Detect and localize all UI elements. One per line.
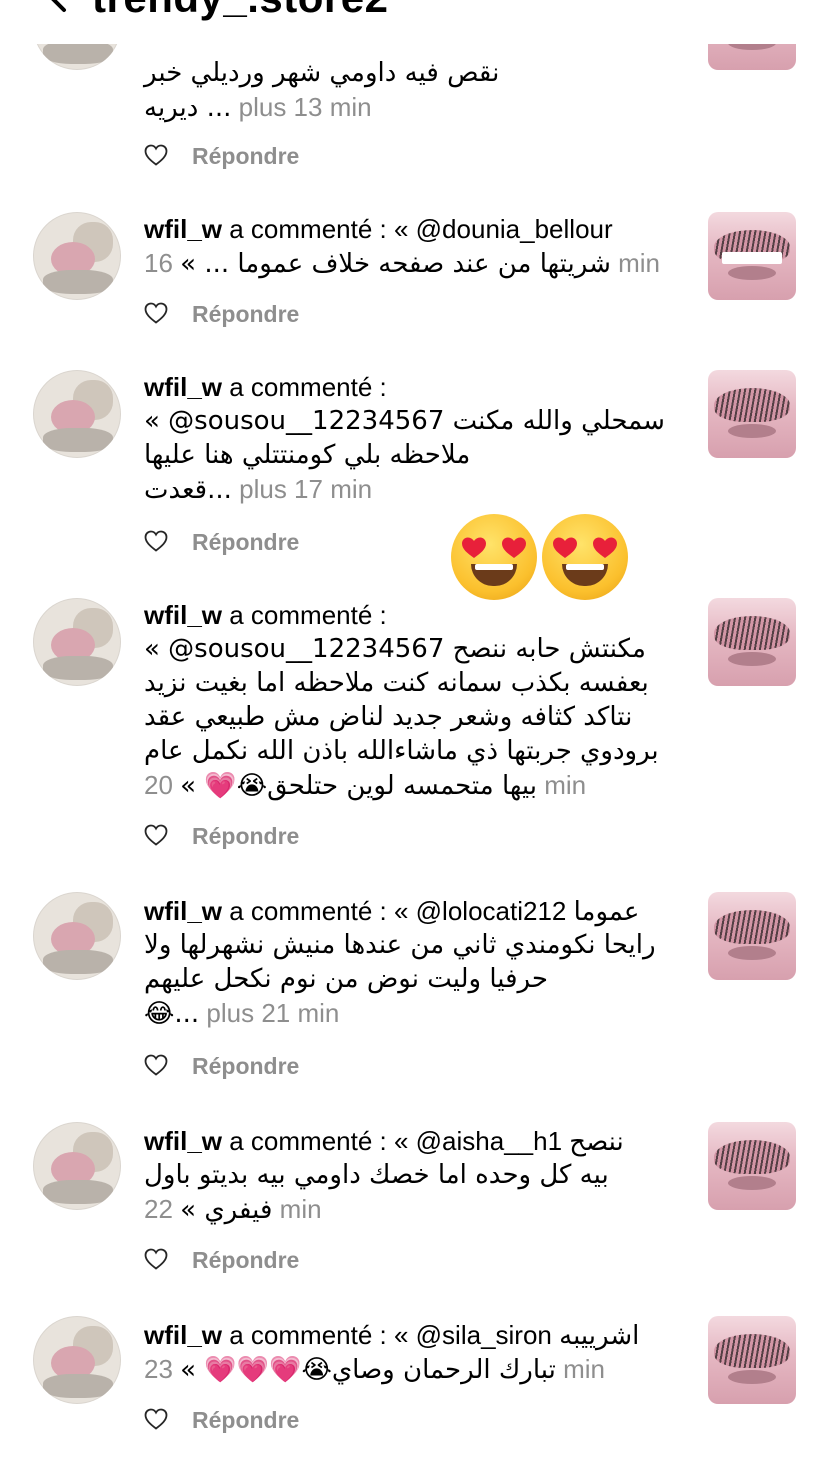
comment-line: a commenté : bbox=[229, 600, 387, 630]
comment-line: نقص فيه داومي شهر ورديلي خبر bbox=[144, 58, 500, 88]
top-bar: trendy_.store2 bbox=[0, 0, 828, 44]
username[interactable]: wfil_w bbox=[144, 372, 222, 402]
avatar[interactable] bbox=[33, 598, 121, 686]
reply-button[interactable]: Répondre bbox=[192, 1246, 299, 1274]
username[interactable]: wfil_w bbox=[144, 1126, 222, 1156]
comment-text: wfil_w a commenté : « @sila_siron اشرييب… bbox=[144, 1318, 694, 1386]
comment-line: برودوي جربتها ذي ماشاءالله باذن الله نكم… bbox=[144, 736, 659, 766]
timestamp: plus 13 min bbox=[238, 92, 372, 122]
reply-button[interactable]: Répondre bbox=[192, 1406, 299, 1434]
heart-icon[interactable] bbox=[144, 1408, 168, 1430]
comment-line: « @sousou__12234567 سمحلي والله مكنت bbox=[144, 406, 665, 436]
username[interactable]: wfil_w bbox=[144, 600, 222, 630]
comment-line: رايحا نكومندي ثاني من عندها منيش نشهرلها… bbox=[144, 930, 656, 960]
heart-icon[interactable] bbox=[144, 530, 168, 552]
comment-line: تبارك الرحمان وصاي😭💗💗💗 » bbox=[180, 1355, 556, 1385]
username[interactable]: wfil_w bbox=[144, 214, 222, 244]
heart-icon[interactable] bbox=[144, 1248, 168, 1270]
avatar[interactable] bbox=[33, 892, 121, 980]
comment-line-with-time: ديريه ... plus 13 min bbox=[144, 90, 694, 124]
comment-line: a commenté : « @lolocati212 عموما bbox=[229, 896, 640, 926]
post-thumbnail[interactable] bbox=[708, 212, 796, 300]
comment-text: wfil_w a commenté : « @aisha__h1 ننصح بي… bbox=[144, 1124, 694, 1226]
reply-button[interactable]: Répondre bbox=[192, 142, 299, 170]
reply-button[interactable]: Répondre bbox=[192, 300, 299, 328]
reply-button[interactable]: Répondre bbox=[192, 822, 299, 850]
comment-text: wfil_w a commenté : « @sousou__12234567 … bbox=[144, 370, 694, 506]
reply-button[interactable]: Répondre bbox=[192, 528, 299, 556]
comment-line: شريتها من عند صفحه خلاف عموما ... » bbox=[180, 249, 611, 279]
avatar[interactable] bbox=[33, 212, 121, 300]
comment-text: wfil_w a commenté : « @dounia_bellour شر… bbox=[144, 212, 694, 280]
comment-line: 😂... bbox=[144, 999, 200, 1029]
post-thumbnail[interactable] bbox=[708, 892, 796, 980]
post-thumbnail[interactable] bbox=[708, 1122, 796, 1210]
comment-text: wfil_w a commenté : « @sousou__12234567 … bbox=[144, 598, 694, 802]
heart-eyes-emoji-icon bbox=[451, 514, 537, 600]
comment-line: نتاكد كثافه وشعر جديد لناض مش طبيعي عقد bbox=[144, 702, 633, 732]
heart-eyes-emoji-icon bbox=[542, 514, 628, 600]
comment-line: « @sousou__12234567 مكنتش حابه ننصح bbox=[144, 634, 646, 664]
back-chevron-icon[interactable] bbox=[40, 0, 76, 14]
comment-line: قعدت... bbox=[144, 475, 232, 505]
username[interactable]: wfil_w bbox=[144, 896, 222, 926]
comment-text: نقص فيه داومي شهر ورديلي خبر ديريه ... p… bbox=[144, 56, 694, 124]
avatar[interactable] bbox=[33, 1316, 121, 1404]
thumbnail-caption bbox=[722, 252, 782, 264]
avatar[interactable] bbox=[33, 1122, 121, 1210]
comment-line: a commenté : « @dounia_bellour bbox=[229, 214, 613, 244]
username[interactable]: wfil_w bbox=[144, 1320, 222, 1350]
post-thumbnail[interactable] bbox=[708, 598, 796, 686]
comment-line: فيفري » bbox=[180, 1195, 273, 1225]
comment-line: بيه كل وحده اما خصك داومي بيه بديتو باول bbox=[144, 1160, 609, 1190]
page-title: trendy_.store2 bbox=[92, 0, 388, 22]
comment-line: ملاحظه بلي كومنتتلي هنا عليها bbox=[144, 440, 471, 470]
heart-icon[interactable] bbox=[144, 144, 168, 166]
heart-icon[interactable] bbox=[144, 824, 168, 846]
comment-line: حرفيا وليت نوض من نوم نكحل عليهم bbox=[144, 964, 548, 994]
comment-line: بيها متحمسه لوين حتلحق😭💗 » bbox=[180, 771, 537, 801]
comment-line: a commenté : « @aisha__h1 ننصح bbox=[229, 1126, 624, 1156]
comment-text: wfil_w a commenté : « @lolocati212 عموما… bbox=[144, 894, 694, 1030]
timestamp: plus 17 min bbox=[239, 474, 373, 504]
post-thumbnail[interactable] bbox=[708, 1316, 796, 1404]
reply-button[interactable]: Répondre bbox=[192, 1052, 299, 1080]
heart-icon[interactable] bbox=[144, 1054, 168, 1076]
comment-line: a commenté : bbox=[229, 372, 387, 402]
comment-line: ديريه ... bbox=[144, 93, 232, 123]
post-thumbnail[interactable] bbox=[708, 370, 796, 458]
timestamp: plus 21 min bbox=[206, 998, 340, 1028]
comment-line: بعفسه بكذب سمانه كنت ملاحظه اما بغيت نزي… bbox=[144, 668, 649, 698]
comment-line: a commenté : « @sila_siron اشرييبه bbox=[229, 1320, 640, 1350]
avatar[interactable] bbox=[33, 370, 121, 458]
heart-icon[interactable] bbox=[144, 302, 168, 324]
